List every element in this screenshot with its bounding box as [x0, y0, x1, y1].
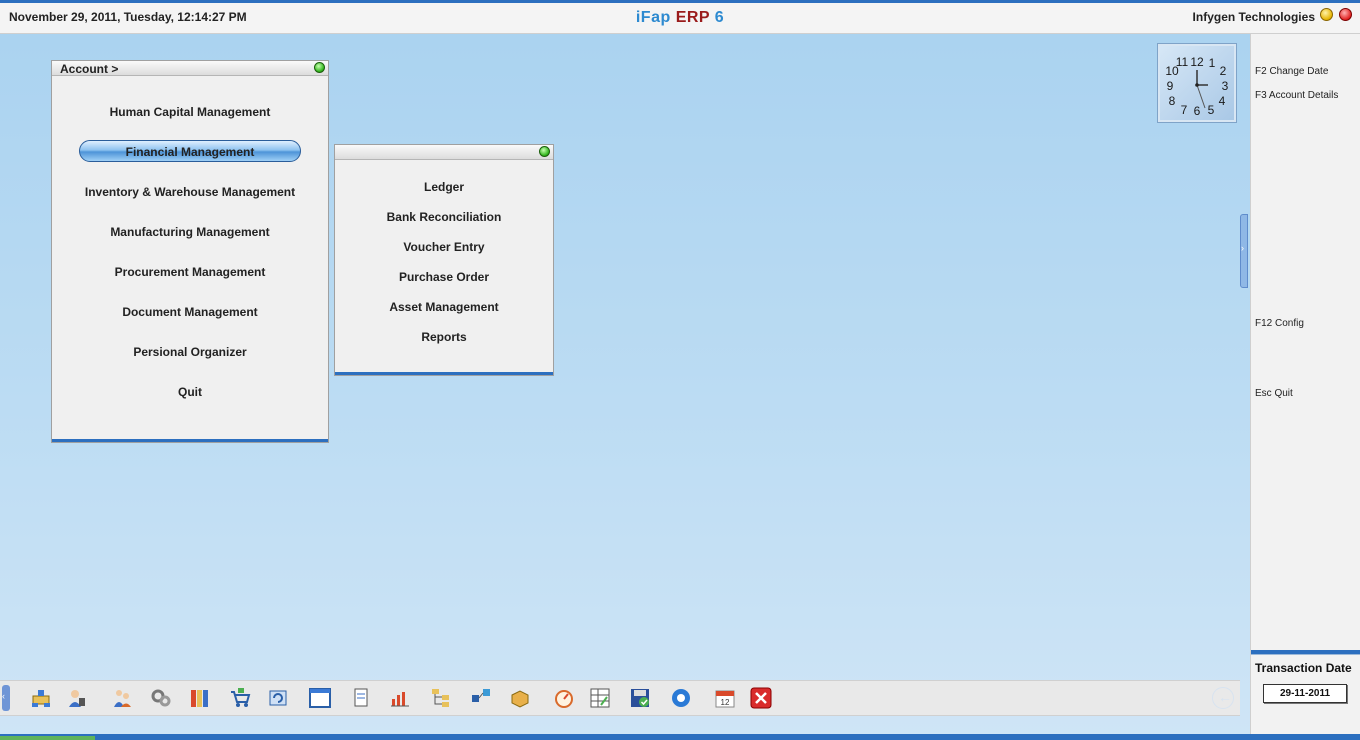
- submenu-item-reports[interactable]: Reports: [335, 330, 553, 344]
- panel-separator: [1251, 650, 1360, 655]
- books-icon[interactable]: [189, 687, 211, 709]
- user-phone-icon[interactable]: [66, 687, 88, 709]
- main-menu-status-icon[interactable]: [314, 62, 325, 73]
- calendar-icon[interactable]: 12: [714, 687, 736, 709]
- menu-item-label: Procurement Management: [114, 265, 266, 279]
- submenu-item-label: Purchase Order: [398, 270, 490, 284]
- app-title-erp: ERP: [675, 9, 715, 26]
- close-icon[interactable]: [750, 687, 772, 709]
- toolbar-scroll-left[interactable]: ‹: [2, 685, 10, 711]
- minimize-button[interactable]: [1320, 8, 1333, 21]
- calculator-icon[interactable]: [589, 687, 611, 709]
- transaction-date-label: Transaction Date: [1255, 661, 1352, 675]
- calendar-day: 12: [721, 698, 730, 707]
- chevron-right-icon: ›: [1241, 243, 1244, 253]
- app-title-ifap: iFap: [635, 9, 676, 26]
- refresh-icon[interactable]: [267, 687, 289, 709]
- analog-clock: 12 1 2 3 4 5 6 7 8 9 10 11: [1158, 44, 1236, 122]
- transaction-date-field[interactable]: 29-11-2011: [1263, 684, 1347, 703]
- submenu-item-label: Reports: [421, 330, 467, 344]
- company-name: Infygen Technologies: [1192, 10, 1315, 24]
- main-menu-panel: Account > Human Capital Management Finan…: [51, 60, 329, 443]
- svg-text:1: 1: [1209, 56, 1216, 70]
- sub-menu-status-icon[interactable]: [539, 146, 550, 157]
- svg-text:7: 7: [1181, 103, 1188, 117]
- svg-text:6: 6: [1194, 104, 1201, 118]
- svg-text:11: 11: [1176, 55, 1189, 69]
- shortcut-quit[interactable]: Esc Quit: [1255, 388, 1293, 399]
- main-menu-titlebar: Account >: [52, 61, 328, 76]
- menu-item-document[interactable]: Document Management: [52, 305, 328, 319]
- submenu-item-bank-reconciliation[interactable]: Bank Reconciliation: [335, 210, 553, 224]
- menu-item-inventory[interactable]: Inventory & Warehouse Management: [52, 185, 328, 199]
- cart-icon[interactable]: [229, 687, 251, 709]
- submenu-item-label: Voucher Entry: [403, 240, 485, 254]
- app-title: iFap ERP 6: [0, 9, 1360, 27]
- submenu-item-label: Asset Management: [389, 300, 499, 314]
- svg-text:2: 2: [1220, 64, 1227, 78]
- gears-icon[interactable]: [150, 687, 172, 709]
- status-bar: [0, 734, 1360, 740]
- submenu-item-asset-management[interactable]: Asset Management: [335, 300, 553, 314]
- submenu-item-label: Ledger: [423, 180, 464, 194]
- submenu-item-voucher-entry[interactable]: Voucher Entry: [335, 240, 553, 254]
- menu-item-procurement[interactable]: Procurement Management: [52, 265, 328, 279]
- status-indicator: [0, 736, 95, 740]
- bottom-toolbar: ‹ 12 ←: [0, 680, 1240, 716]
- svg-text:12: 12: [1190, 55, 1204, 69]
- panel-bottom-border: [52, 439, 328, 442]
- sub-menu-panel: Ledger Bank Reconciliation Voucher Entry…: [334, 144, 554, 376]
- panel-toggle-handle[interactable]: ›: [1240, 214, 1248, 288]
- menu-item-label: Document Management: [122, 305, 258, 319]
- shortcut-config[interactable]: F12 Config: [1255, 318, 1304, 329]
- menu-item-human-capital[interactable]: Human Capital Management: [52, 105, 328, 119]
- panel-bottom-border: [335, 372, 553, 375]
- tree-icon[interactable]: [430, 687, 452, 709]
- menu-item-label: Human Capital Management: [109, 105, 271, 119]
- flow-icon[interactable]: [470, 687, 492, 709]
- svg-text:9: 9: [1167, 79, 1174, 93]
- submenu-item-label: Bank Reconciliation: [386, 210, 502, 224]
- network-icon[interactable]: [30, 687, 52, 709]
- document-icon[interactable]: [350, 687, 372, 709]
- submenu-item-purchase-order[interactable]: Purchase Order: [335, 270, 553, 284]
- shortcut-panel: F2 Change Date F3 Account Details F12 Co…: [1250, 34, 1360, 740]
- svg-text:4: 4: [1219, 94, 1226, 108]
- menu-item-financial[interactable]: Financial Management: [52, 140, 328, 162]
- menu-item-label: Quit: [178, 385, 202, 399]
- clock-face-icon: 12 1 2 3 4 5 6 7 8 9 10 11: [1165, 55, 1229, 118]
- main-menu-title: Account >: [60, 62, 119, 76]
- back-arrow-icon: ←: [1212, 687, 1234, 709]
- sub-menu-titlebar: [335, 145, 553, 160]
- chart-icon[interactable]: [389, 687, 411, 709]
- menu-item-organizer[interactable]: Persional Organizer: [52, 345, 328, 359]
- save-icon[interactable]: [629, 687, 651, 709]
- settings-icon[interactable]: [670, 687, 692, 709]
- submenu-item-ledger[interactable]: Ledger: [335, 180, 553, 194]
- gauge-icon[interactable]: [553, 687, 575, 709]
- shortcut-change-date[interactable]: F2 Change Date: [1255, 66, 1328, 77]
- close-button[interactable]: [1339, 8, 1352, 21]
- menu-item-label: Persional Organizer: [133, 345, 247, 359]
- window-icon[interactable]: [309, 687, 331, 709]
- svg-text:5: 5: [1208, 103, 1215, 117]
- svg-text:8: 8: [1169, 94, 1176, 108]
- box-icon[interactable]: [509, 687, 531, 709]
- users-icon[interactable]: [111, 687, 133, 709]
- svg-text:3: 3: [1222, 79, 1229, 93]
- menu-item-quit[interactable]: Quit: [52, 385, 328, 399]
- menu-item-label: Financial Management: [125, 145, 255, 159]
- menu-item-label: Inventory & Warehouse Management: [84, 185, 296, 199]
- title-bar: November 29, 2011, Tuesday, 12:14:27 PM …: [0, 0, 1360, 34]
- shortcut-account-details[interactable]: F3 Account Details: [1255, 90, 1338, 101]
- menu-item-label: Manufacturing Management: [110, 225, 270, 239]
- menu-item-manufacturing[interactable]: Manufacturing Management: [52, 225, 328, 239]
- app-title-version: 6: [714, 9, 725, 26]
- chevron-left-icon: ‹: [2, 691, 5, 701]
